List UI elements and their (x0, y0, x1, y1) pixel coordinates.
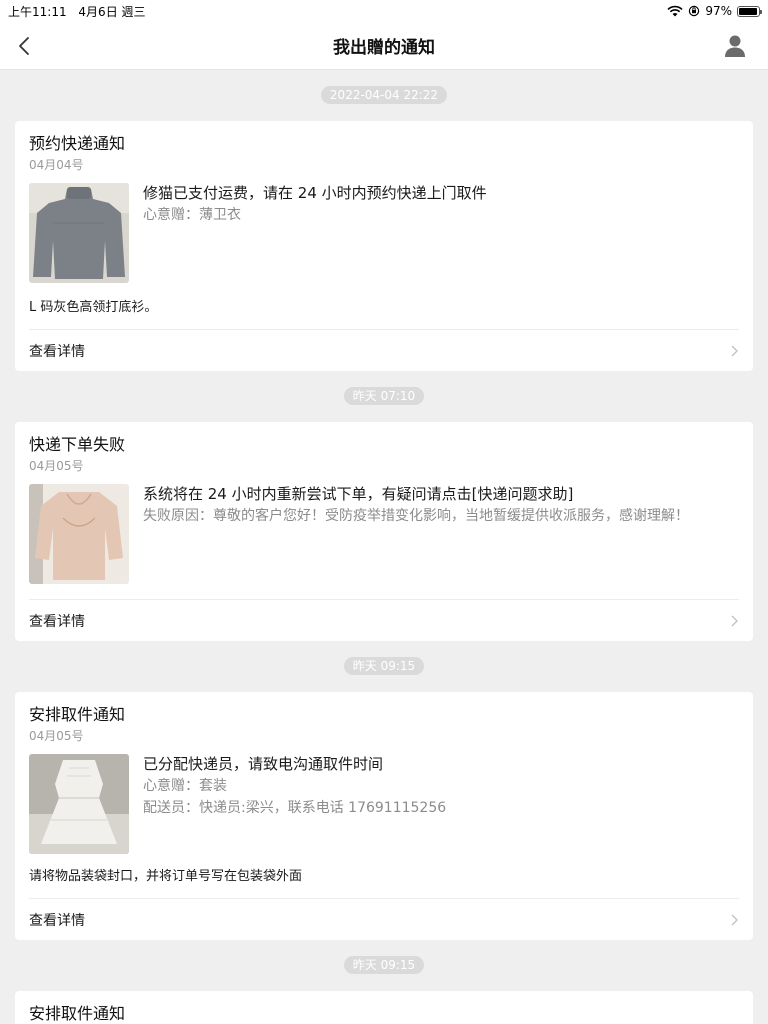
view-details-label: 查看详情 (29, 343, 85, 360)
time-separator: 昨天 09:15 (0, 653, 768, 679)
user-icon[interactable] (722, 33, 748, 59)
card-note: L 码灰色高领打底衫。 (29, 300, 158, 315)
time-pill: 2022-04-04 22:22 (320, 86, 448, 104)
time-pill: 昨天 09:15 (343, 956, 425, 974)
card-title: 预约快递通知 (29, 134, 126, 153)
orientation-lock-icon (689, 5, 700, 17)
view-details-label: 查看详情 (29, 912, 85, 929)
card-sub-line: 失败原因：尊敬的客户您好！受防疫举措变化影响，当地暂缓提供收派服务，感谢理解！ (143, 508, 689, 524)
nav-bar: 我出贈的通知 (0, 22, 768, 70)
card-body: 已分配快递员，请致电沟通取件时间 心意赠：套装 配送员：快递员:梁兴，联系电话 … (29, 754, 739, 854)
card-body: 修猫已支付运费，请在 24 小时内预约快递上门取件 心意赠：薄卫衣 (29, 183, 739, 283)
card-text: 修猫已支付运费，请在 24 小时内预约快递上门取件 心意赠：薄卫衣 (143, 183, 739, 283)
time-separator: 昨天 09:15 (0, 952, 768, 978)
battery-percent: 97% (705, 4, 732, 18)
item-photo[interactable] (29, 183, 129, 283)
page-title: 我出贈的通知 (333, 38, 435, 58)
card-main-line: 已分配快递员，请致电沟通取件时间 (143, 755, 384, 773)
card-sub-line: 配送员：快递员:梁兴，联系电话 17691115256 (143, 800, 447, 816)
card-title: 安排取件通知 (29, 1004, 126, 1023)
card-main-line: 系统将在 24 小时内重新尝试下单，有疑问请点击[快递问题求助] (143, 485, 574, 503)
time-pill: 昨天 09:15 (343, 657, 425, 675)
back-button[interactable] (12, 34, 36, 58)
notification-list[interactable]: 2022-04-04 22:22 预约快递通知 04月04号 修猫已支付运费，请… (0, 71, 768, 1024)
view-details-row[interactable]: 查看详情 (29, 599, 739, 641)
status-date: 4月6日 週三 (78, 4, 146, 19)
time-separator: 昨天 07:10 (0, 383, 768, 409)
wifi-icon (667, 5, 683, 17)
battery-icon (737, 5, 762, 17)
time-separator: 2022-04-04 22:22 (0, 82, 768, 108)
card-title: 快递下单失败 (29, 435, 126, 454)
card-sub-line: 心意赠：薄卫衣 (143, 207, 241, 223)
view-details-row[interactable]: 查看详情 (29, 329, 739, 371)
time-pill: 昨天 07:10 (343, 387, 425, 405)
status-left: 上午11:11 4月6日 週三 (8, 3, 154, 20)
card-date: 04月04号 (29, 158, 84, 172)
card-title: 安排取件通知 (29, 705, 126, 724)
card-text: 已分配快递员，请致电沟通取件时间 心意赠：套装 配送员：快递员:梁兴，联系电话 … (143, 754, 739, 854)
card-body: 系统将在 24 小时内重新尝试下单，有疑问请点击[快递问题求助] 失败原因：尊敬… (29, 484, 739, 584)
battery-level (739, 7, 758, 15)
card-date: 04月05号 (29, 729, 84, 743)
status-bar: 上午11:11 4月6日 週三 97% (0, 0, 768, 22)
chevron-right-icon (731, 615, 738, 626)
status-time: 上午11:11 (8, 4, 67, 19)
view-details-label: 查看详情 (29, 613, 85, 630)
chevron-left-icon (19, 37, 29, 55)
card-note: 请将物品装袋封口，并将订单号写在包装袋外面 (29, 869, 303, 884)
notification-card: 预约快递通知 04月04号 修猫已支付运费，请在 24 小时内预约快递上门取件 … (15, 121, 753, 371)
item-photo[interactable] (29, 754, 129, 854)
card-main-line: 修猫已支付运费，请在 24 小时内预约快递上门取件 (143, 184, 487, 202)
card-text: 系统将在 24 小时内重新尝试下单，有疑问请点击[快递问题求助] 失败原因：尊敬… (143, 484, 739, 584)
notification-card: 安排取件通知 (15, 991, 753, 1024)
chevron-right-icon (731, 914, 738, 925)
notification-card: 安排取件通知 04月05号 已分配快递员，请致电沟通取件时间 心意赠：套装 配送… (15, 692, 753, 940)
card-sub-line: 心意赠：套装 (143, 778, 227, 794)
item-photo[interactable] (29, 484, 129, 584)
view-details-row[interactable]: 查看详情 (29, 898, 739, 940)
card-date: 04月05号 (29, 459, 84, 473)
status-right: 97% (667, 4, 762, 18)
notification-card: 快递下单失败 04月05号 系统将在 24 小时内重新尝试下单，有疑问请点击[快… (15, 422, 753, 641)
chevron-right-icon (731, 345, 738, 356)
